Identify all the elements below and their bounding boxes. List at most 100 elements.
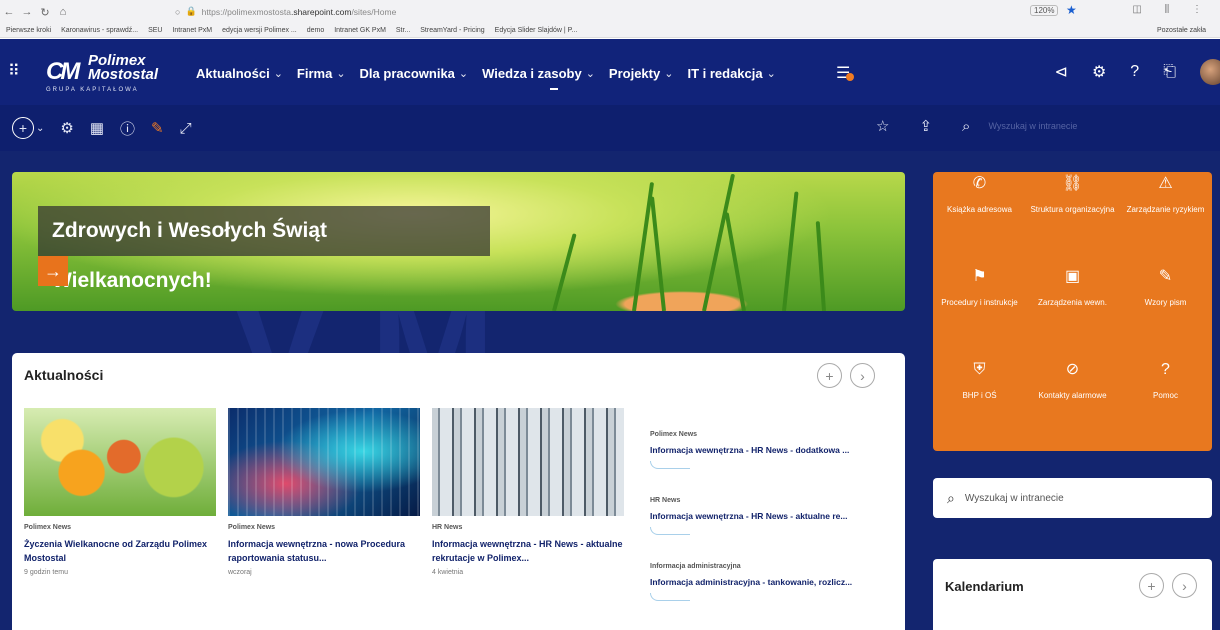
- bookmark-item[interactable]: Intranet GK PxM: [334, 27, 386, 34]
- question-icon: ?: [1161, 361, 1170, 378]
- chevron-down-icon: ⌄: [766, 68, 776, 80]
- list-item-category: Polimex News: [650, 431, 698, 438]
- shield-alert-icon: ⊘: [1065, 361, 1080, 378]
- bookmark-item[interactable]: edycja wersji Polimex ...: [222, 27, 297, 34]
- expand-icon[interactable]: ⤢: [180, 120, 192, 137]
- info-icon[interactable]: ⓘ: [120, 118, 135, 139]
- news-image-skyscrapers: [432, 408, 624, 516]
- reload-icon[interactable]: ↻: [36, 6, 54, 19]
- list-item-title[interactable]: Informacja wewnętrzna - HR News - aktual…: [650, 511, 890, 521]
- settings-icon[interactable]: ⚙: [60, 119, 73, 137]
- news-title[interactable]: Informacja wewnętrzna - HR News - aktual…: [432, 537, 624, 565]
- help-icon[interactable]: ?: [1130, 63, 1139, 81]
- top-navigation: Aktualności ⌄ Firma ⌄ Dla pracownika ⌄ Wied…: [196, 66, 790, 90]
- grass-blade: [649, 196, 666, 311]
- suite-actions: ⊲ ⚙ ? ⎗: [1055, 59, 1220, 85]
- news-card[interactable]: Polimex News Informacja wewnętrzna - now…: [228, 408, 420, 576]
- bookmark-item[interactable]: demo: [307, 27, 325, 34]
- shield-icon: ○: [175, 6, 181, 17]
- quick-link-procedury[interactable]: ⚑ Procedury i instrukcje: [933, 265, 1026, 358]
- list-item[interactable]: Polimex News Informacja wewnętrzna - HR …: [650, 431, 890, 497]
- nav-item-it-i-redakcja[interactable]: IT i redakcja ⌄: [687, 66, 775, 81]
- nav-item-projekty[interactable]: Projekty ⌄: [609, 66, 674, 81]
- nav-item-wiedza-i-zasoby[interactable]: Wiedza i zasoby ⌄: [482, 66, 595, 81]
- suite-bar: ⠿ CM Polimex Mostostal GRUPA KAPITAŁOWA A…: [0, 39, 1220, 105]
- list-item-title[interactable]: Informacja administracyjna - tankowanie,…: [650, 577, 890, 587]
- next-arrow-icon[interactable]: ›: [850, 363, 875, 388]
- shield-check-icon: ⛨: [973, 361, 986, 378]
- nav-item-dla-pracownika[interactable]: Dla pracownika ⌄: [360, 66, 469, 81]
- hero-banner[interactable]: Zdrowych i Wesołych Świąt Wielkanocnych!…: [12, 172, 905, 311]
- news-heading: Aktualności: [24, 367, 104, 383]
- megaphone-icon[interactable]: ⊲: [1055, 62, 1068, 82]
- news-side-list: Polimex News Informacja wewnętrzna - HR …: [650, 431, 890, 629]
- favorite-star-icon[interactable]: ☆: [876, 117, 889, 135]
- phone-icon: ✆: [972, 175, 987, 192]
- search-input[interactable]: Wyszukaj w intranecie: [965, 493, 1064, 504]
- list-item-title[interactable]: Informacja wewnętrzna - HR News - dodatk…: [650, 445, 890, 455]
- add-news-icon[interactable]: +: [817, 363, 842, 388]
- quick-link-bhp[interactable]: ⛨ BHP i OŚ: [933, 358, 1026, 451]
- settings-gear-icon[interactable]: ⚙: [1092, 62, 1106, 82]
- other-bookmarks[interactable]: Pozostałe zakła: [1157, 24, 1206, 37]
- new-add-icon[interactable]: +: [12, 117, 34, 139]
- company-logo[interactable]: CM Polimex Mostostal GRUPA KAPITAŁOWA: [46, 52, 166, 94]
- bookmark-item[interactable]: Str...: [396, 27, 410, 34]
- bookmark-item[interactable]: StreamYard - Pricing: [420, 27, 484, 34]
- news-title[interactable]: Życzenia Wielkanocne od Zarządu Polimex …: [24, 537, 216, 565]
- logo-mark: CM: [46, 58, 80, 85]
- back-icon[interactable]: ←: [0, 6, 18, 18]
- list-item[interactable]: HR News Informacja wewnętrzna - HR News …: [650, 497, 890, 563]
- nav-menu-icon[interactable]: ☰: [836, 63, 854, 83]
- news-card[interactable]: Polimex News Życzenia Wielkanocne od Zar…: [24, 408, 216, 576]
- grass-blade: [552, 233, 577, 311]
- quick-link-pomoc[interactable]: ? Pomoc: [1119, 358, 1212, 451]
- news-image-data-chart: [228, 408, 420, 516]
- app-launcher-icon[interactable]: ⠿: [8, 61, 20, 81]
- edit-pencil-icon[interactable]: ✎: [151, 119, 164, 137]
- clipboard-icon[interactable]: ⎗: [1163, 63, 1176, 81]
- address-bar[interactable]: ○ 🔒 https://polimexmostosta.sharepoint.c…: [175, 3, 1015, 20]
- list-item[interactable]: Informacja administracyjna Informacja ad…: [650, 563, 890, 629]
- user-avatar[interactable]: [1200, 59, 1220, 85]
- forward-icon[interactable]: →: [18, 6, 36, 18]
- list-item-divider: [650, 593, 690, 601]
- hero-title: Zdrowych i Wesołych Świąt Wielkanocnych!: [38, 206, 490, 292]
- share-icon[interactable]: ⇪: [919, 117, 932, 135]
- org-chart-icon: ⛓: [1062, 175, 1083, 192]
- bookmark-item[interactable]: Intranet PxM: [172, 27, 212, 34]
- bookmark-item[interactable]: Edycja Slider Slajdów | P...: [495, 27, 578, 34]
- quick-link-struktura[interactable]: ⛓ Struktura organizacyjna: [1026, 172, 1119, 265]
- news-category: Polimex News: [228, 524, 276, 531]
- nav-item-firma[interactable]: Firma ⌄: [297, 66, 346, 81]
- search-icon[interactable]: ⌕: [962, 118, 970, 135]
- command-search-input[interactable]: Wyszukaj w intranecie: [988, 121, 1077, 131]
- quick-link-zarzadzenia[interactable]: ▣ Zarządzenia wewn.: [1026, 265, 1119, 358]
- news-card[interactable]: HR News Informacja wewnętrzna - HR News …: [432, 408, 624, 576]
- bookmark-item[interactable]: Pierwsze kroki: [6, 27, 51, 34]
- add-event-icon[interactable]: +: [1139, 573, 1164, 598]
- quick-link-ryzyko[interactable]: ⚠ Zarządzanie ryzykiem: [1119, 172, 1212, 265]
- intranet-search[interactable]: ⌕ Wyszukaj w intranecie: [933, 478, 1212, 518]
- quick-link-wzory-pism[interactable]: ✎ Wzory pism: [1119, 265, 1212, 358]
- browser-toolbar: ← → ↻ ⌂ ○ 🔒 https://polimexmostosta.shar…: [0, 0, 1220, 24]
- document-edit-icon: ✎: [1158, 268, 1173, 285]
- quick-link-ksiazka-adresowa[interactable]: ✆ Książka adresowa: [933, 172, 1026, 265]
- search-icon: ⌕: [947, 489, 955, 506]
- quick-link-kontakty-alarmowe[interactable]: ⊘ Kontakty alarmowe: [1026, 358, 1119, 451]
- bookmark-item[interactable]: Karonawirus - sprawdź...: [61, 27, 138, 34]
- chevron-down-icon[interactable]: ⌄: [36, 123, 44, 134]
- zoom-level[interactable]: 120%: [1030, 5, 1059, 16]
- bookmark-item[interactable]: SEU: [148, 27, 162, 34]
- home-icon[interactable]: ⌂: [54, 6, 72, 18]
- grass-blade: [782, 191, 799, 311]
- logo-name: Polimex Mostostal: [88, 52, 159, 83]
- bookmark-star-icon[interactable]: ★: [1066, 3, 1077, 17]
- page-details-icon[interactable]: ▦: [90, 119, 104, 137]
- nav-item-aktualnosci[interactable]: Aktualności ⌄: [196, 66, 283, 81]
- hero-arrow-button[interactable]: →: [38, 256, 68, 286]
- news-title[interactable]: Informacja wewnętrzna - nowa Procedura r…: [228, 537, 420, 565]
- browser-menu-icons[interactable]: ◫ ⫼ ⋮: [1132, 4, 1212, 15]
- chevron-down-icon: ⌄: [458, 68, 469, 80]
- next-arrow-icon[interactable]: ›: [1172, 573, 1197, 598]
